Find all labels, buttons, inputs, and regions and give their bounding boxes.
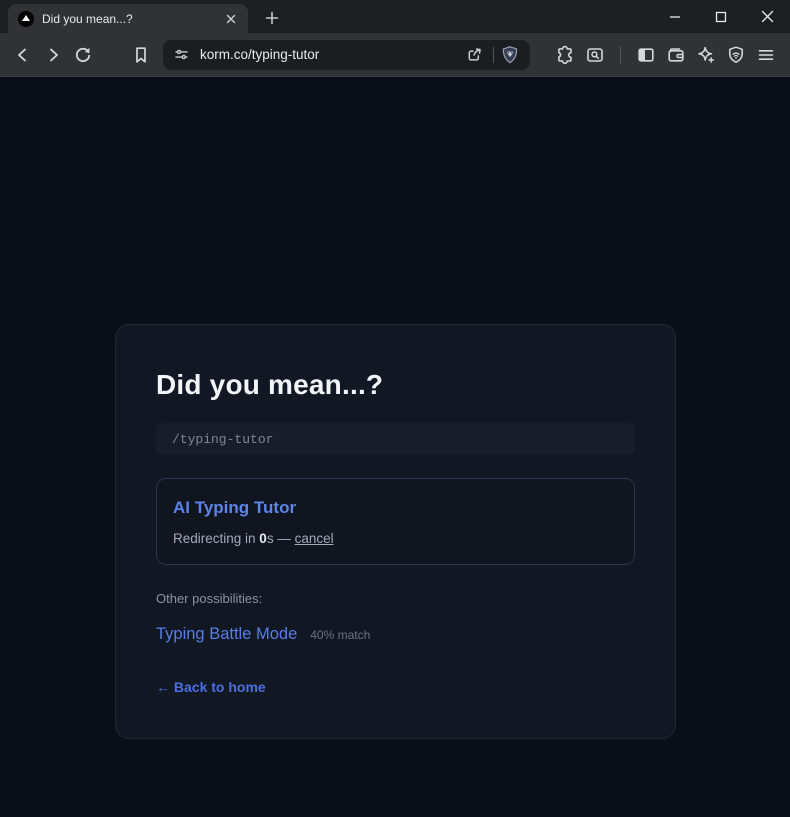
share-icon[interactable] (461, 42, 487, 68)
window-controls (652, 0, 790, 33)
back-button[interactable] (8, 40, 38, 70)
browser-window: Did you mean...? korm.co/typing-tutor Di… (0, 0, 790, 817)
page-title: Did you mean...? (156, 369, 384, 400)
url-text[interactable]: korm.co/typing-tutor (200, 47, 461, 62)
menu-icon[interactable] (751, 40, 781, 70)
forward-button[interactable] (38, 40, 68, 70)
redirect-seconds: 0 (259, 531, 267, 546)
tab-title: Did you mean...? (42, 11, 133, 26)
site-settings-icon[interactable] (173, 46, 190, 63)
reload-button[interactable] (68, 40, 98, 70)
close-window-button[interactable] (744, 0, 790, 33)
browser-tab[interactable]: Did you mean...? (8, 4, 248, 33)
vpn-shield-icon[interactable] (721, 40, 751, 70)
other-possibilities-heading: Other possibilities: (156, 591, 263, 606)
alternative-link[interactable]: Typing Battle Mode (156, 625, 297, 644)
navigation-toolbar: korm.co/typing-tutor (0, 33, 790, 77)
redirect-suffix: s — (266, 531, 295, 546)
toolbar-divider (620, 45, 621, 64)
titlebar: Did you mean...? (0, 0, 790, 33)
brave-shields-icon[interactable] (500, 45, 520, 65)
wallet-icon[interactable] (661, 40, 691, 70)
tab-favicon-icon (18, 10, 34, 27)
new-tab-button[interactable] (258, 4, 286, 32)
urlbar-divider (493, 46, 494, 63)
tab-close-icon[interactable] (222, 10, 240, 28)
alternative-row: Typing Battle Mode 40% match (156, 625, 635, 644)
redirect-status: Redirecting in 0s — cancel (173, 531, 618, 546)
url-bar[interactable]: korm.co/typing-tutor (163, 39, 530, 70)
path-input[interactable] (156, 423, 635, 455)
minimize-button[interactable] (652, 0, 698, 33)
cancel-link[interactable]: cancel (295, 531, 334, 546)
extensions-icon[interactable] (550, 40, 580, 70)
suggestion-link[interactable]: AI Typing Tutor (173, 498, 618, 518)
redirect-prefix: Redirecting in (173, 531, 260, 546)
sidebar-toggle-icon[interactable] (631, 40, 661, 70)
suggestion-box[interactable]: AI Typing Tutor Redirecting in 0s — canc… (156, 478, 635, 565)
bookmarks-button[interactable] (126, 40, 156, 70)
maximize-button[interactable] (698, 0, 744, 33)
leo-ai-icon[interactable] (691, 40, 721, 70)
did-you-mean-card: Did you mean...? AI Typing Tutor Redirec… (115, 324, 676, 739)
page-viewport: Did you mean...? AI Typing Tutor Redirec… (0, 77, 790, 817)
match-percentage: 40% match (310, 628, 371, 642)
back-to-home-link[interactable]: ← Back to home (156, 679, 266, 695)
search-panel-icon[interactable] (580, 40, 610, 70)
